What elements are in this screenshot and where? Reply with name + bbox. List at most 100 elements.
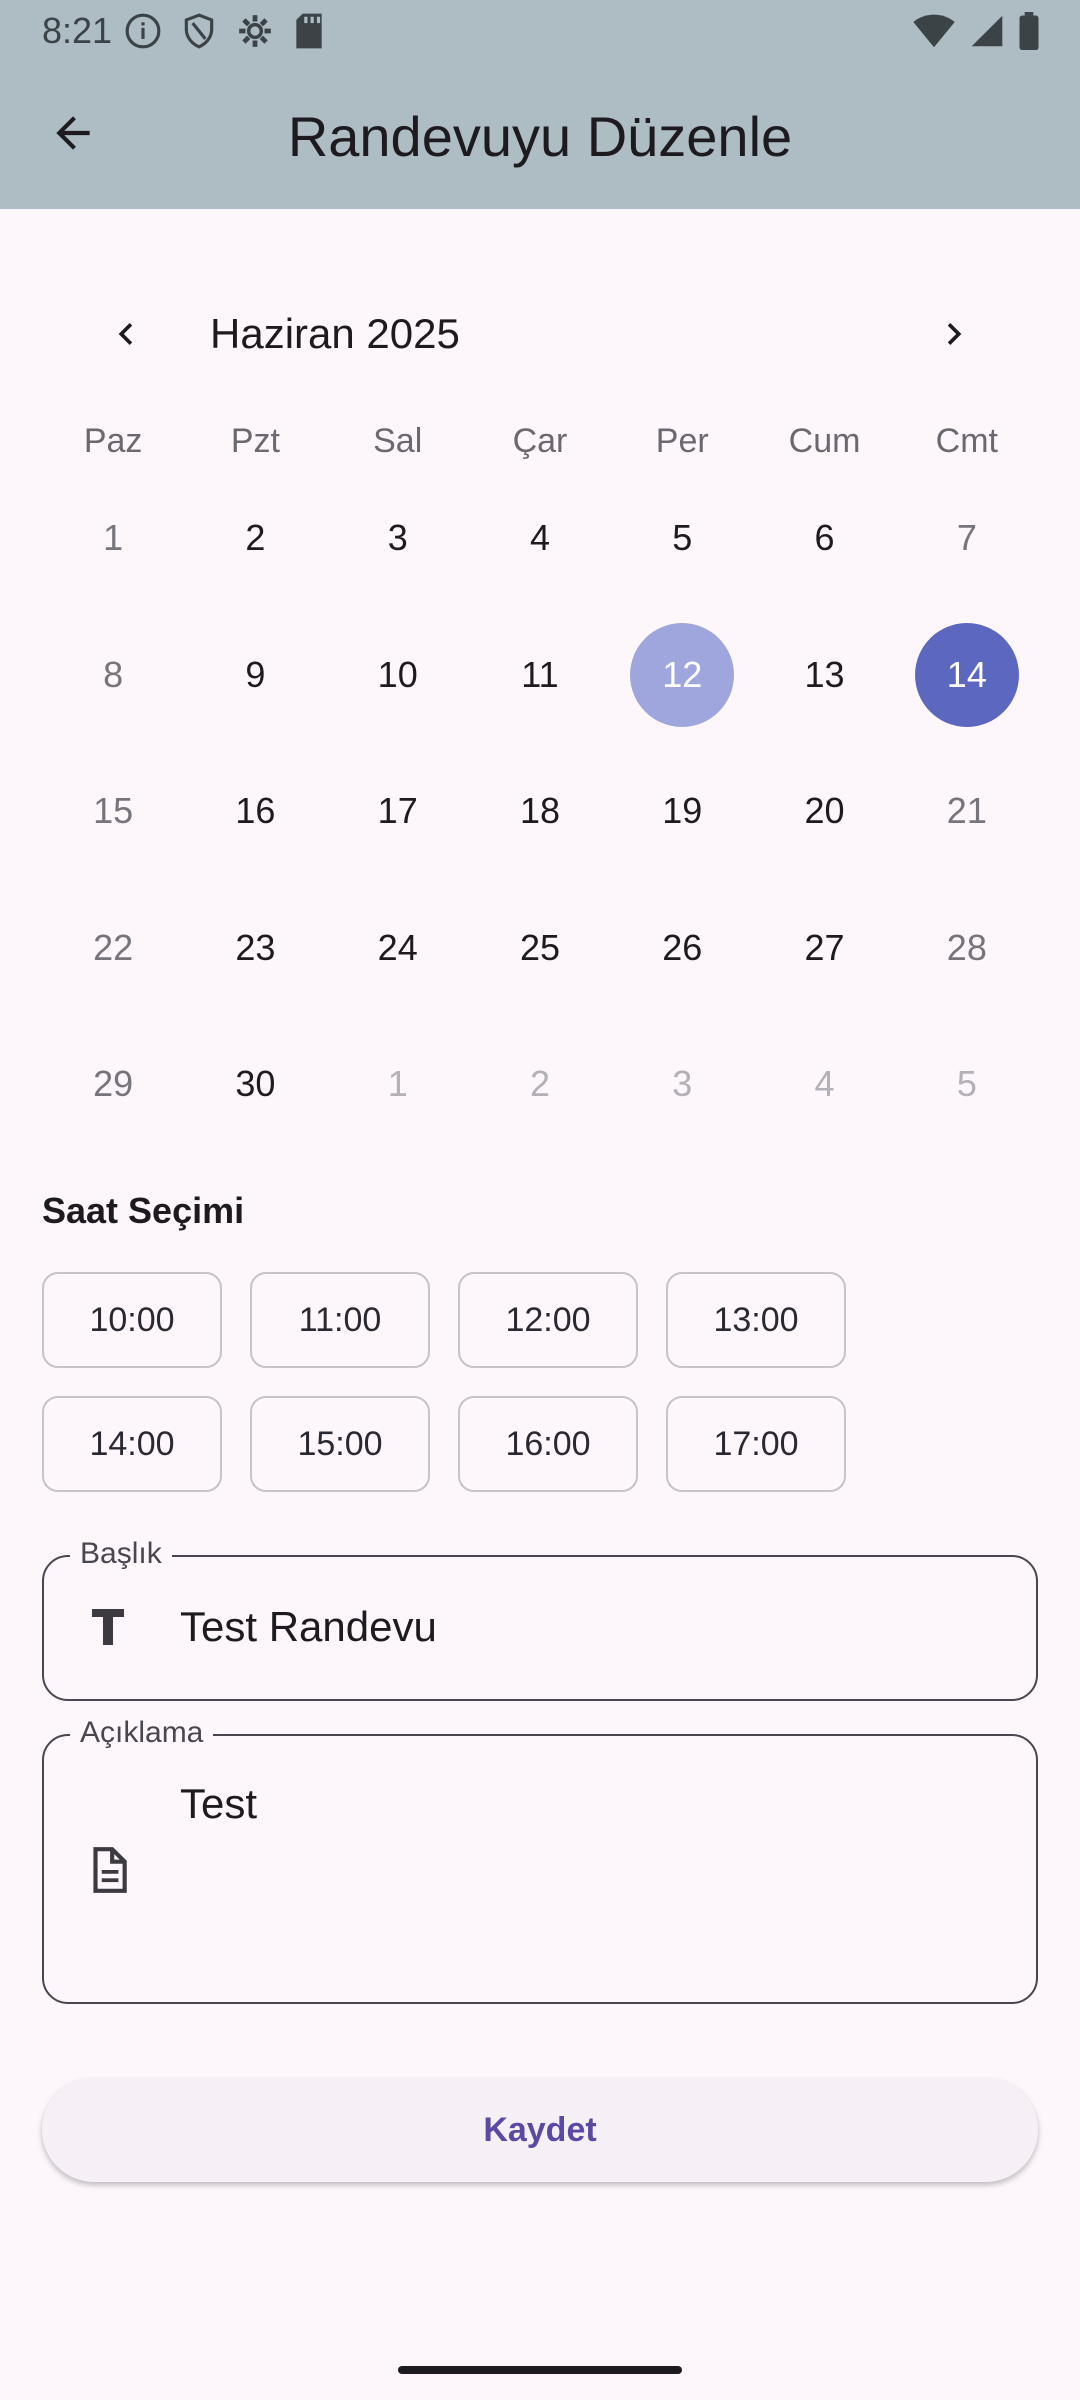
calendar-week: 8 9 10 11 12 13 14 <box>42 622 1038 760</box>
time-slot-chip[interactable]: 12:00 <box>458 1272 638 1368</box>
calendar-day[interactable]: 15 <box>42 759 184 896</box>
app-bar: 8:21 Randevuyu Düzenle <box>0 0 1080 209</box>
day-number: 12 <box>630 622 735 727</box>
time-slot-chip[interactable]: 10:00 <box>42 1272 222 1368</box>
calendar-day[interactable]: 1 <box>42 486 184 623</box>
save-button[interactable]: Kaydet <box>42 2078 1038 2182</box>
calendar-day[interactable]: 20 <box>753 759 895 896</box>
weekday-label: Çar <box>512 422 568 460</box>
day-number: 19 <box>662 790 703 831</box>
calendar-day-next-month: 5 <box>896 1032 1038 1169</box>
calendar-week: 29 30 1 2 3 4 5 <box>42 1032 1038 1169</box>
calendar-day[interactable]: 30 <box>184 1032 326 1169</box>
next-month-button[interactable] <box>924 304 984 364</box>
title-field-label: Başlık <box>70 1537 172 1571</box>
gesture-nav-handle <box>398 2366 682 2374</box>
calendar-day-next-month: 4 <box>753 1032 895 1169</box>
day-number: 8 <box>103 653 124 695</box>
calendar-day[interactable]: 13 <box>753 623 895 760</box>
calendar-header: Haziran 2025 <box>0 300 1080 372</box>
day-number: 20 <box>804 790 845 831</box>
calendar-week: 22 23 24 25 26 27 28 <box>42 896 1038 1033</box>
day-number: 21 <box>946 790 987 831</box>
weekday-label: Paz <box>83 422 143 460</box>
day-number: 2 <box>529 1063 550 1104</box>
calendar-day[interactable]: 23 <box>184 896 326 1033</box>
chevron-right-icon <box>947 323 962 345</box>
description-field[interactable]: Açıklama Test <box>42 1716 1038 2004</box>
day-number: 29 <box>93 1063 134 1104</box>
day-number: 3 <box>387 517 408 558</box>
calendar-day[interactable]: 16 <box>184 759 326 896</box>
day-number: 25 <box>519 926 560 968</box>
calendar-day[interactable]: 3 <box>327 486 469 623</box>
weekday-label: Per <box>655 422 709 460</box>
calendar-day[interactable]: 5 <box>611 486 753 623</box>
calendar-day[interactable]: 17 <box>327 759 469 896</box>
day-number: 9 <box>245 653 266 695</box>
day-number: 24 <box>377 926 418 968</box>
time-slot-chip[interactable]: 15:00 <box>250 1396 430 1492</box>
text-format-icon <box>78 1597 138 1657</box>
weekday-label: Pzt <box>230 422 280 460</box>
calendar-day-next-month: 3 <box>611 1032 753 1169</box>
day-number: 7 <box>956 517 977 558</box>
weekday-label: Sal <box>373 422 423 460</box>
calendar-day[interactable]: 10 <box>327 623 469 760</box>
time-slot-list: 10:00 11:00 12:00 13:00 14:00 15:00 16:0… <box>42 1272 942 1492</box>
calendar-day[interactable]: 9 <box>184 623 326 760</box>
time-slot-chip[interactable]: 17:00 <box>666 1396 846 1492</box>
wifi-icon <box>912 13 956 54</box>
previous-month-button[interactable] <box>96 304 156 364</box>
day-number: 1 <box>387 1063 408 1104</box>
day-number: 30 <box>235 1063 276 1104</box>
calendar-day[interactable]: 6 <box>753 486 895 623</box>
calendar-day[interactable]: 26 <box>611 896 753 1033</box>
day-number: 6 <box>814 517 835 558</box>
calendar-day[interactable]: 7 <box>896 486 1038 623</box>
sd-card-icon <box>292 12 326 50</box>
calendar-day[interactable]: 29 <box>42 1032 184 1169</box>
calendar-day[interactable]: 25 <box>469 896 611 1033</box>
calendar-day-next-month: 2 <box>469 1032 611 1169</box>
calendar-day-selected[interactable]: 14 <box>896 622 1038 760</box>
day-number: 15 <box>93 790 134 831</box>
day-number: 27 <box>804 926 845 968</box>
day-number: 5 <box>672 517 693 558</box>
day-number: 17 <box>377 790 418 831</box>
calendar-day[interactable]: 28 <box>896 896 1038 1033</box>
calendar-day[interactable]: 18 <box>469 759 611 896</box>
time-slot-chip[interactable]: 16:00 <box>458 1396 638 1492</box>
weekday-row: Paz Pzt Sal Çar Per Cum Cmt <box>42 422 1038 461</box>
time-slot-chip[interactable]: 11:00 <box>250 1272 430 1368</box>
status-icons <box>124 12 326 50</box>
day-number: 28 <box>946 926 987 968</box>
status-time: 8:21 <box>42 10 113 51</box>
month-label[interactable]: Haziran 2025 <box>210 310 460 358</box>
calendar-day[interactable]: 27 <box>753 896 895 1033</box>
day-number: 2 <box>245 517 266 558</box>
calendar-day[interactable]: 19 <box>611 759 753 896</box>
calendar-week: 1 2 3 4 5 6 7 <box>42 486 1038 623</box>
calendar-day[interactable]: 11 <box>469 623 611 760</box>
description-field-value: Test <box>180 1780 258 1827</box>
info-icon <box>124 12 162 50</box>
status-right <box>912 12 1040 55</box>
time-selection-title: Saat Seçimi <box>42 1190 245 1231</box>
day-number: 18 <box>519 790 560 831</box>
day-number: 10 <box>377 653 418 695</box>
document-icon <box>78 1840 138 1900</box>
time-slot-chip[interactable]: 13:00 <box>666 1272 846 1368</box>
calendar-day[interactable]: 24 <box>327 896 469 1033</box>
day-number: 4 <box>529 517 550 558</box>
calendar-day[interactable]: 21 <box>896 759 1038 896</box>
title-field[interactable]: Başlık Test Randevu <box>42 1537 1038 1701</box>
day-number: 14 <box>914 622 1019 727</box>
calendar-day[interactable]: 22 <box>42 896 184 1033</box>
calendar-day-today[interactable]: 12 <box>611 622 753 760</box>
calendar-day[interactable]: 2 <box>184 486 326 623</box>
calendar-day[interactable]: 4 <box>469 486 611 623</box>
time-slot-chip[interactable]: 14:00 <box>42 1396 222 1492</box>
battery-icon <box>1018 12 1040 55</box>
calendar-day[interactable]: 8 <box>42 623 184 760</box>
